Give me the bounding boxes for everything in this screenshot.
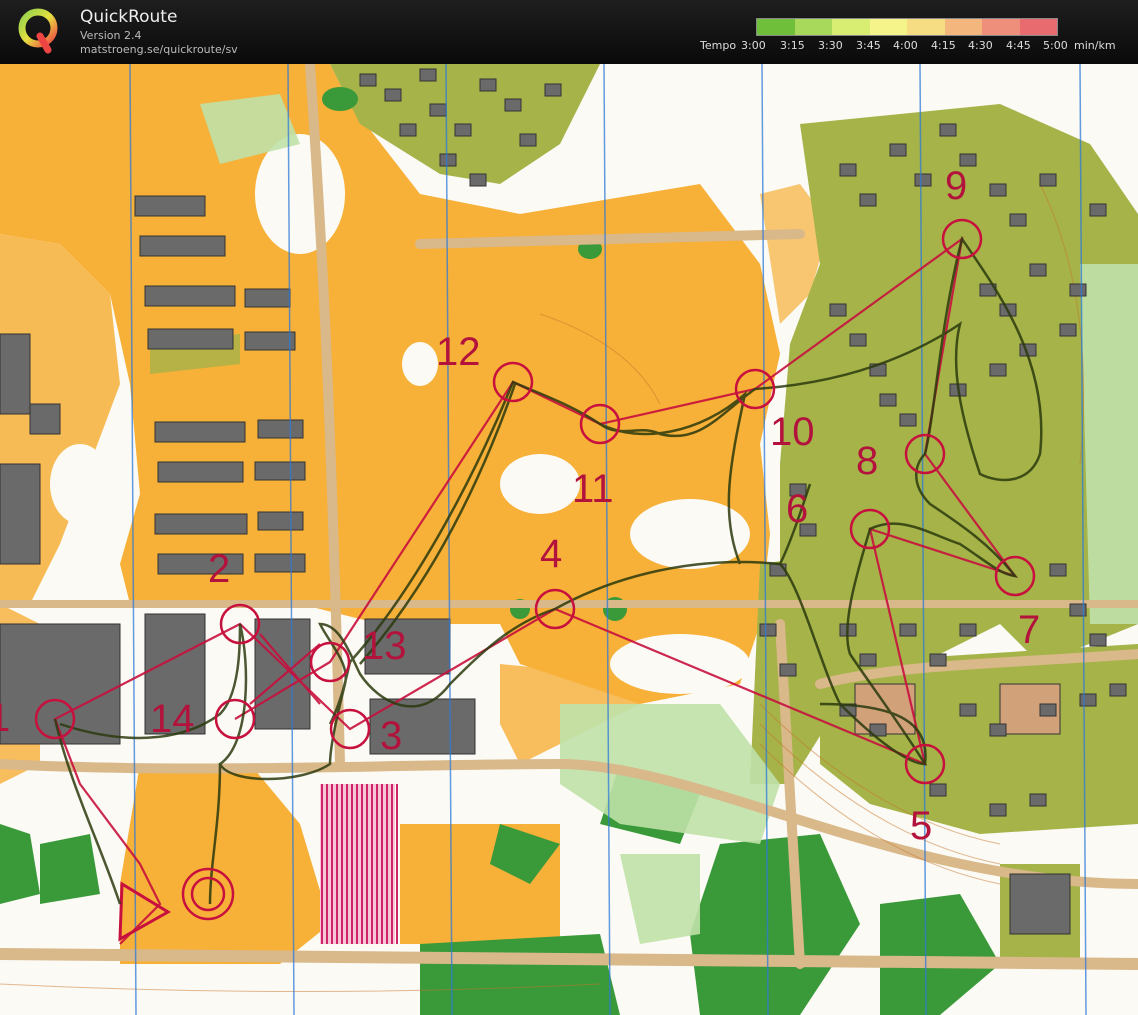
tempo-unit: min/km [1074,39,1116,52]
tempo-tick: 4:00 [893,39,918,52]
restricted-area [320,784,398,944]
tempo-tick: 3:45 [856,39,881,52]
house [519,133,537,147]
tempo-color-scale [756,18,1058,36]
control-number-9: 9 [945,164,968,208]
house [759,623,777,637]
control-number-7: 7 [1018,608,1041,652]
tempo-title: Tempo [700,39,737,52]
control-number-4: 4 [540,532,563,576]
tempo-tick: 3:30 [818,39,843,52]
app-url[interactable]: matstroeng.se/quickroute/sv [80,43,238,56]
house [914,173,932,187]
house [989,183,1007,197]
tempo-color-cell [832,19,870,35]
house [454,123,472,137]
tempo-color-cell [982,19,1020,35]
tempo-tick: 5:00 [1043,39,1068,52]
house [429,103,447,117]
house [939,123,957,137]
house [359,73,377,87]
house [859,193,877,207]
house [1009,213,1027,227]
house [419,68,437,82]
house [929,653,947,667]
house [1069,283,1087,297]
house [929,783,947,797]
house [889,143,907,157]
house [899,623,917,637]
house [1059,323,1077,337]
house [1029,263,1047,277]
tempo-tick: 3:15 [780,39,805,52]
control-number-14: 14 [150,697,195,741]
house [1049,563,1067,577]
tempo-tick: 4:45 [1006,39,1031,52]
house [989,803,1007,817]
house [479,78,497,92]
tempo-color-cell [869,19,907,35]
house [989,723,1007,737]
app-name: QuickRoute [80,7,178,27]
house [859,653,877,667]
control-number-6: 6 [786,487,809,531]
app-header: QuickRoute Version 2.4 matstroeng.se/qui… [0,0,1138,64]
house [1029,793,1047,807]
house [399,123,417,137]
tempo-color-cell [1019,19,1057,35]
house [469,173,487,187]
control-number-10: 10 [770,410,815,454]
house [989,363,1007,377]
house [879,393,897,407]
tempo-tick: 4:30 [968,39,993,52]
control-number-8: 8 [856,439,879,483]
map-canvas[interactable] [0,64,1138,1015]
tempo-tick: 4:15 [931,39,956,52]
house [1079,693,1097,707]
house [959,623,977,637]
house [1039,703,1057,717]
house [1109,683,1127,697]
house [1089,633,1107,647]
tempo-color-cell [794,19,832,35]
house [384,88,402,102]
control-number-5: 5 [910,804,933,848]
house [439,153,457,167]
tempo-color-cell [944,19,982,35]
tempo-color-cell [757,19,795,35]
house [1039,173,1057,187]
house [779,663,797,677]
control-number-12: 12 [436,330,481,374]
orienteering-map[interactable]: 1 2 3 4 5 6 7 8 9 10 11 12 13 14 [0,64,1138,1015]
house [544,83,562,97]
app-version: Version 2.4 [80,29,142,42]
house [959,703,977,717]
quickroute-logo-icon [18,8,58,54]
house [829,303,847,317]
house [839,163,857,177]
tempo-tick: 3:00 [741,39,766,52]
house [504,98,522,112]
control-number-1: 1 [0,698,10,738]
house [849,333,867,347]
house [899,413,917,427]
tempo-color-cell [907,19,945,35]
house [1089,203,1107,217]
control-number-3: 3 [380,714,403,758]
control-number-11: 11 [572,467,614,511]
control-number-13: 13 [362,624,407,668]
control-number-2: 2 [208,547,231,591]
